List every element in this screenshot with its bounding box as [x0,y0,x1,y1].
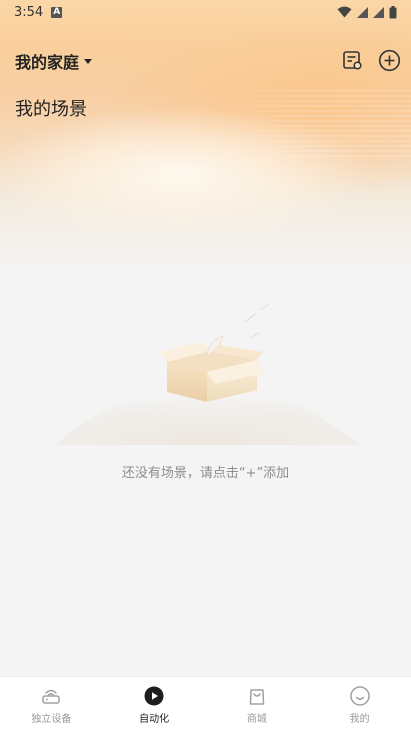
add-scene-button[interactable] [377,48,401,72]
home-name: 我的家庭 [15,53,80,72]
tab-store[interactable]: 商城 [206,677,309,730]
caret-down-icon [84,59,93,64]
tab-label: 我的 [349,714,370,725]
log-list-icon [343,51,362,70]
tab-label: 商城 [246,714,267,725]
home-selector[interactable]: 我的家庭 [15,49,93,73]
bottom-tab-bar: 独立设备 自动化 商城 我的 [0,676,411,730]
tab-automation[interactable]: 自动化 [103,677,206,730]
header-background-lines [231,90,411,160]
shopping-bag-icon [249,689,265,705]
top-header: 我的家庭 [0,44,411,78]
smile-face-icon [349,686,370,706]
add-circle-icon [378,49,400,71]
status-bar: 3:54 A [0,0,411,24]
tab-label: 独立设备 [31,714,72,725]
wifi-icon [337,6,352,18]
play-circle-icon [144,686,164,706]
log-list-button[interactable] [340,48,364,72]
open-box-icon [55,303,360,445]
signal-icon [357,6,368,18]
tab-devices[interactable]: 独立设备 [0,677,103,730]
tab-profile[interactable]: 我的 [308,677,411,730]
a-letter-icon: A [51,6,63,18]
battery-icon [389,5,397,18]
automation-screen: 3:54 A 我的家庭 我的场景 还没有场景，请点击“+”添加 独立设备 自动化… [0,0,411,730]
page-title: 我的场景 [15,99,87,120]
router-device-icon [42,689,61,704]
status-time: 3:54 [14,4,44,20]
tab-label: 自动化 [139,714,170,725]
empty-state-message: 还没有场景，请点击“+”添加 [121,466,290,481]
signal-icon [373,6,384,18]
